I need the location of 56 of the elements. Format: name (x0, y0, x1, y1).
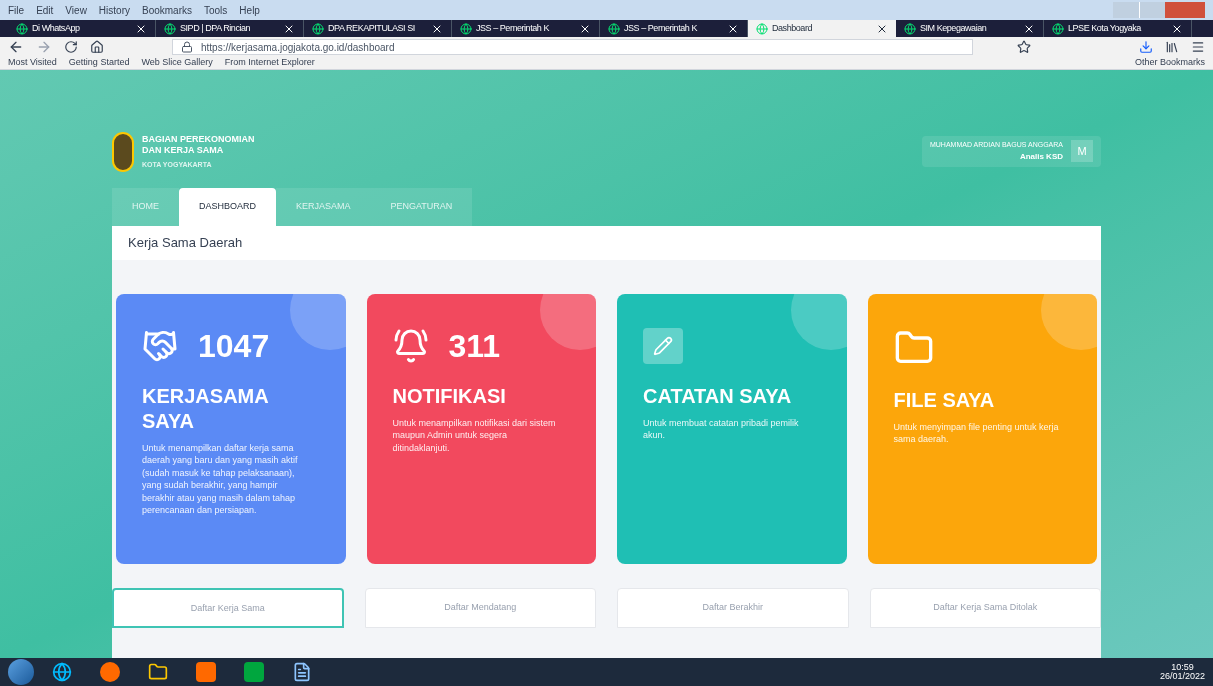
download-icon[interactable] (1139, 40, 1153, 54)
site-icon (164, 22, 176, 35)
user-role: Analis KSD (1019, 150, 1063, 163)
site-icon (904, 22, 916, 35)
emblem-icon (112, 132, 134, 172)
reload-icon[interactable] (64, 40, 78, 54)
card-description: Untuk menampilkan notifikasi dari sistem maupun Admin untuk segera ditindaklanjuti. (392, 417, 557, 455)
menu-item[interactable]: Bookmarks (142, 2, 192, 18)
section-title: Kerja Sama Daerah (128, 234, 243, 253)
avatar: M (1071, 140, 1093, 163)
card-description: Untuk menampilkan daftar kerja sama daerah yang baru dan yang masih aktif (sudah masuk ke tahap pelaksanaan), yang sudah berakhir, yang hampir berakhir atau yang masih dalam tahap perencanaan dan persiapan. (142, 442, 299, 517)
pencil-comment-icon (643, 328, 683, 364)
count: 311 (448, 330, 501, 362)
site-icon (16, 22, 28, 35)
menu-item[interactable]: File (8, 2, 25, 18)
library-icon[interactable] (1165, 40, 1179, 54)
feature-card[interactable]: 311 NOTIFIKASI Untuk menampilkan notifikasi dari sistem maupun Admin untuk segera ditindaklanjuti. (366, 294, 596, 564)
feature-card[interactable] (116, 294, 346, 564)
start-button[interactable] (8, 659, 34, 685)
org-name: BAGIAN PEREKONOMIAN (142, 133, 255, 145)
home-icon[interactable] (90, 40, 104, 54)
bookmark-item[interactable]: Web Slice Gallery (141, 56, 213, 70)
address-bar[interactable]: https://kerjasama.jogjakota.go.id/dashboard (172, 39, 973, 55)
back-icon[interactable] (8, 39, 24, 55)
browser-tab[interactable]: Dashboard (748, 20, 896, 37)
menu-item[interactable]: Help (239, 2, 260, 18)
clock-time: 10:59 (1171, 663, 1194, 672)
clock-date: 26/01/2022 (1159, 672, 1205, 681)
url-text: https://kerjasama.jogjakota.go.id/dashboard (201, 40, 395, 55)
card-title: NOTIFIKASI (392, 384, 507, 409)
star-icon[interactable] (1017, 40, 1031, 54)
bookmark-item[interactable]: Other Bookmarks (1134, 56, 1205, 70)
site-icon (608, 22, 620, 35)
bookmark-item[interactable]: Most Visited (8, 56, 57, 70)
card-title: CATATAN SAYA (643, 384, 793, 409)
org-name: DAN KERJA SAMA (142, 144, 225, 156)
handshake-icon (142, 328, 178, 364)
site-icon (756, 22, 768, 35)
menu-item[interactable]: View (65, 2, 87, 18)
count: 1047 (198, 330, 270, 362)
card-title: FILE SAYA (893, 388, 996, 413)
site-icon (1052, 22, 1064, 35)
card-description: Untuk menyimpan file penting untuk kerja sama daerah. (893, 421, 1060, 446)
card-description: Untuk membuat catatan pribadi pemilik akun. (643, 417, 800, 442)
site-icon (312, 22, 324, 35)
menu-icon[interactable] (1191, 40, 1205, 54)
menu-item[interactable]: Edit (36, 2, 54, 18)
nav-tab[interactable]: DASHBOARD (179, 188, 276, 226)
lock-icon (181, 41, 193, 53)
bookmark-item[interactable]: Getting Started (68, 56, 130, 70)
menu-item[interactable]: History (98, 2, 130, 18)
menu-item[interactable]: Tools (204, 2, 228, 18)
bookmark-item[interactable]: From Internet Explorer (224, 56, 315, 70)
site-icon (460, 22, 472, 35)
card-title: KERJASAMA SAYA (142, 384, 269, 434)
bell-icon (392, 328, 429, 364)
